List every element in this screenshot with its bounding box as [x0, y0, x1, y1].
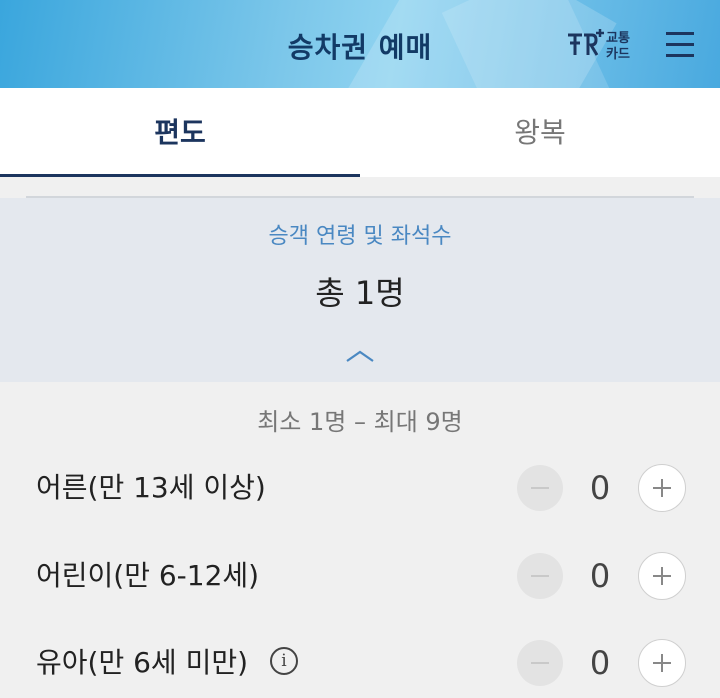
hamburger-menu-icon[interactable]	[664, 28, 696, 60]
passenger-type-label: 어른(만 13세 이상)	[36, 471, 266, 504]
passenger-count: 0	[589, 644, 611, 682]
trip-type-tabs: 편도 왕복	[0, 88, 720, 177]
rail-plus-card-button[interactable]: 교통 카드	[566, 27, 636, 62]
passenger-range: 최소 1명 – 최대 9명	[257, 408, 463, 436]
passenger-total: 총 1명	[315, 274, 405, 312]
passenger-row-adult: 어른(만 13세 이상) 0	[0, 453, 720, 523]
passenger-row-child: 어린이(만 6-12세) 0	[0, 541, 720, 611]
passenger-count: 0	[589, 469, 611, 507]
rail-plus-card-icon	[568, 29, 604, 56]
decrease-button[interactable]	[517, 553, 563, 599]
decrease-button[interactable]	[517, 465, 563, 511]
passenger-type-label: 어린이(만 6-12세)	[36, 559, 260, 592]
info-icon[interactable]: i	[270, 647, 298, 675]
app-header: 승차권 예매 교통 카드	[0, 0, 720, 88]
decrease-button[interactable]	[517, 640, 563, 686]
passenger-type-label: 유아(만 6세 미만)	[36, 646, 249, 679]
card-logo-text: 카드	[606, 47, 630, 62]
passenger-summary[interactable]: 승객 연령 및 좌석수 총 1명	[0, 198, 720, 382]
passenger-section-label: 승객 연령 및 좌석수	[268, 224, 452, 249]
passenger-count: 0	[589, 557, 611, 595]
passenger-row-infant: 유아(만 6세 미만) i 0	[0, 628, 720, 698]
tab-one-way[interactable]: 편도	[0, 88, 360, 177]
tab-round-trip[interactable]: 왕복	[360, 88, 720, 177]
increase-button[interactable]	[638, 464, 686, 512]
increase-button[interactable]	[638, 552, 686, 600]
increase-button[interactable]	[638, 639, 686, 687]
chevron-up-icon[interactable]	[345, 348, 375, 368]
